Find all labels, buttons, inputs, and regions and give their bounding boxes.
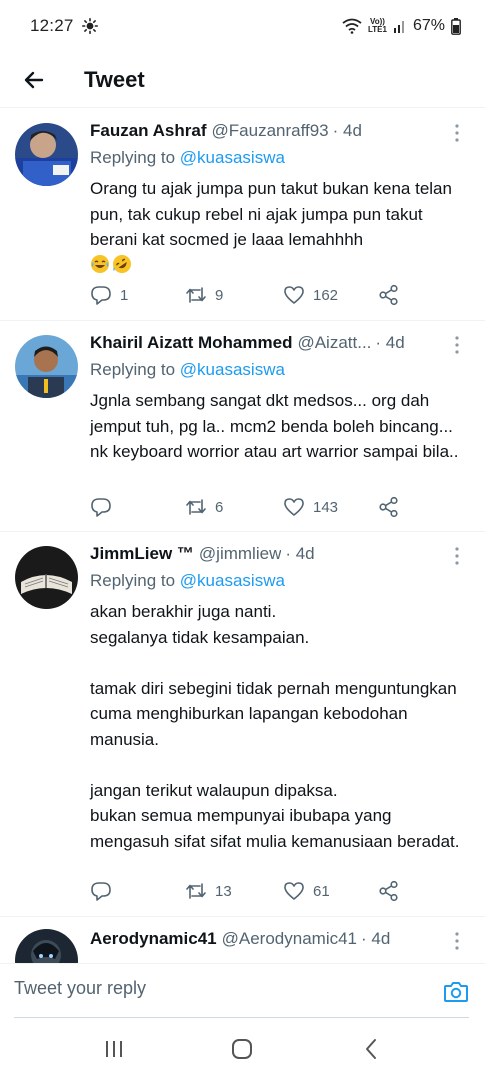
reply-tweet[interactable]: JimmLiew ™ @jimmliew · 4d Replying to @k… [0, 532, 485, 917]
like-button[interactable]: 162 [283, 285, 378, 305]
user-handle[interactable]: @Fauzanraff93 [212, 121, 329, 141]
recent-apps-button[interactable] [94, 1029, 134, 1069]
reply-composer [0, 963, 485, 1019]
back-button[interactable] [20, 66, 48, 94]
mention-link[interactable]: @kuasasiswa [180, 148, 285, 167]
reply-tweet[interactable]: Khairil Aizatt Mohammed @Aizatt... · 4d … [0, 321, 485, 532]
retweet-icon [186, 883, 206, 899]
display-name[interactable]: Khairil Aizatt Mohammed [90, 333, 292, 353]
retweet-count: 9 [215, 286, 224, 304]
share-icon [379, 284, 398, 306]
tweet-time: · 4d [285, 544, 315, 563]
tweet-actions: 6 143 [90, 495, 420, 519]
more-options-icon[interactable] [447, 929, 467, 953]
status-bar: 12:27 Vo)) LTE1 67% [0, 0, 485, 52]
home-button[interactable] [222, 1029, 262, 1069]
more-options-icon[interactable] [447, 121, 467, 145]
reply-count: 1 [120, 286, 129, 304]
battery-percent: 67% [412, 17, 445, 34]
reply-input[interactable] [14, 978, 414, 999]
like-button[interactable]: 61 [283, 881, 378, 901]
tweet-time: · 4d [332, 121, 362, 140]
user-handle[interactable]: @Aerodynamic41 [222, 929, 357, 949]
battery-icon [451, 17, 461, 35]
user-handle[interactable]: @Aizatt... [297, 333, 371, 353]
reply-tweet[interactable]: Aerodynamic41 @Aerodynamic41 · 4d [0, 917, 485, 963]
more-options-icon[interactable] [447, 544, 467, 568]
avatar[interactable] [15, 546, 78, 609]
heart-icon [284, 498, 304, 516]
avatar[interactable] [15, 335, 78, 398]
retweet-button[interactable]: 6 [185, 497, 283, 517]
like-count: 61 [313, 882, 330, 900]
system-nav-bar [0, 1018, 485, 1080]
like-count: 162 [313, 286, 339, 304]
reply-button[interactable]: 1 [90, 285, 185, 305]
tweet-text: Orang tu ajak jumpa pun takut bukan kena… [90, 176, 467, 278]
heart-icon [284, 286, 304, 304]
retweet-button[interactable]: 13 [185, 881, 283, 901]
wifi-icon [342, 18, 362, 34]
reply-icon [91, 498, 111, 517]
mention-link[interactable]: @kuasasiswa [180, 571, 285, 590]
like-button[interactable]: 143 [283, 497, 378, 517]
reply-icon [91, 882, 111, 901]
tweet-time: · 4d [361, 929, 391, 948]
page-title: Tweet [84, 66, 145, 92]
retweet-icon [186, 287, 206, 303]
reply-icon [91, 286, 111, 305]
tweet-actions: 1 9 162 [90, 283, 420, 307]
arrow-left-icon [24, 71, 44, 88]
display-name[interactable]: JimmLiew ™ [90, 544, 194, 564]
display-name[interactable]: Aerodynamic41 [90, 929, 217, 949]
reply-button[interactable] [90, 497, 185, 517]
camera-icon[interactable] [443, 980, 469, 1004]
reply-button[interactable] [90, 881, 185, 901]
brightness-icon [81, 18, 98, 34]
share-icon [379, 496, 398, 518]
tweet-text: akan berakhir juga nanti. segalanya tida… [90, 602, 460, 851]
chevron-left-icon [365, 1039, 376, 1059]
signal-icon [393, 21, 404, 33]
rolling-on-floor-laughing-icon [113, 254, 131, 273]
share-button[interactable] [378, 880, 400, 902]
tweet-time: · 4d [375, 333, 405, 352]
retweet-count: 6 [215, 498, 224, 516]
app-header: Tweet [0, 52, 485, 108]
reply-tweet[interactable]: Fauzan Ashraf @Fauzanraff93 · 4d Replyin… [0, 109, 485, 321]
share-button[interactable] [378, 284, 400, 306]
heart-icon [284, 882, 304, 900]
display-name[interactable]: Fauzan Ashraf [90, 121, 207, 141]
share-icon [379, 880, 398, 902]
avatar[interactable] [15, 123, 78, 186]
avatar[interactable] [15, 929, 78, 963]
back-nav-button[interactable] [351, 1029, 391, 1069]
face-with-tears-of-joy-icon [91, 254, 109, 273]
recent-apps-icon [106, 1041, 123, 1057]
share-button[interactable] [378, 496, 400, 518]
retweet-button[interactable]: 9 [185, 285, 283, 305]
like-count: 143 [313, 498, 339, 516]
replying-to: Replying to @kuasasiswa [90, 360, 285, 379]
tweet-actions: 13 61 [90, 879, 420, 903]
volte-indicator: Vo)) LTE1 [368, 17, 387, 34]
more-options-icon[interactable] [447, 333, 467, 357]
replying-to: Replying to @kuasasiswa [90, 571, 285, 590]
tweet-text: Jgnla sembang sangat dkt medsos... org d… [90, 391, 459, 461]
home-icon [232, 1039, 253, 1059]
retweet-count: 13 [215, 882, 232, 900]
user-handle[interactable]: @jimmliew [199, 544, 281, 564]
replying-to: Replying to @kuasasiswa [90, 148, 285, 167]
status-time: 12:27 [30, 16, 74, 35]
mention-link[interactable]: @kuasasiswa [180, 360, 285, 379]
retweet-icon [186, 499, 206, 515]
